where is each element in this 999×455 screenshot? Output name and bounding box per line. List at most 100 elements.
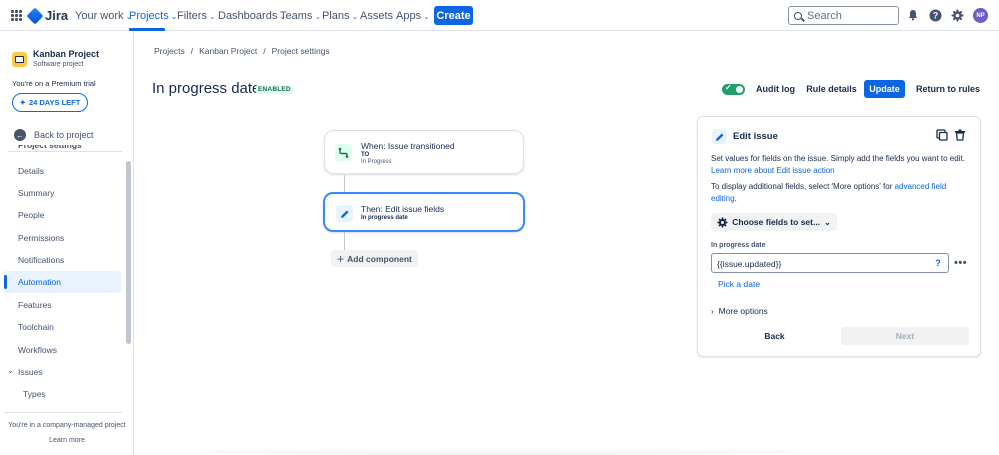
pencil-icon	[336, 205, 353, 222]
field-label: In progress date	[711, 242, 766, 249]
transition-icon	[335, 144, 352, 161]
sidebar-item-notifications[interactable]: Notifications	[18, 255, 64, 265]
sidebar-item-types[interactable]: Types	[23, 389, 46, 399]
app-switcher-icon[interactable]	[11, 10, 22, 21]
sidebar-item-issues[interactable]: Issues	[18, 367, 43, 377]
project-name: Kanban Project	[33, 49, 100, 59]
back-to-project-link[interactable]: ← Back to project	[14, 129, 94, 141]
add-component-button[interactable]: + Add component	[331, 250, 418, 267]
svg-text:?: ?	[932, 10, 938, 20]
nav-projects[interactable]: Projects ⌄	[129, 10, 177, 22]
more-actions-icon[interactable]: •••	[954, 257, 967, 269]
sidebar-item-automation[interactable]: Automation	[18, 277, 61, 287]
trial-days-button[interactable]: ✦ 24 DAYS LEFT	[12, 93, 88, 112]
nav-apps[interactable]: Apps ⌄	[396, 10, 430, 22]
nav-label: Apps	[396, 10, 422, 22]
trigger-card[interactable]: When: Issue transitioned TO In Progress	[324, 130, 524, 174]
audit-log-button[interactable]: Audit log	[752, 80, 799, 98]
nav-label: Teams	[280, 10, 313, 22]
sidebar-active-indicator	[4, 275, 7, 289]
more-options-label: More options	[718, 306, 768, 316]
search-icon	[794, 11, 802, 20]
update-button[interactable]: Update	[864, 80, 905, 98]
edit-issue-panel: Edit issue Set values for fields on the …	[697, 116, 981, 357]
chevron-down-icon[interactable]: ⌄	[7, 366, 14, 375]
back-button[interactable]: Back	[711, 327, 838, 345]
nav-label: Plans	[322, 10, 350, 22]
sidebar-divider	[8, 151, 122, 152]
more-options-toggle[interactable]: › More options	[711, 306, 768, 316]
breadcrumb-project[interactable]: Kanban Project	[199, 46, 257, 56]
search-input[interactable]: Search	[788, 6, 899, 25]
sparkle-icon: ✦	[19, 98, 26, 107]
sidebar-item-features[interactable]: Features	[18, 300, 52, 310]
sidebar-item-summary[interactable]: Summary	[18, 188, 54, 198]
help-icon[interactable]: ?	[928, 8, 942, 22]
sidebar-item-details[interactable]: Details	[18, 166, 44, 176]
breadcrumb-projects[interactable]: Projects	[154, 46, 185, 56]
chevron-down-icon: ⌄	[314, 11, 322, 21]
nav-teams[interactable]: Teams ⌄	[280, 10, 321, 22]
next-button[interactable]: Next	[841, 327, 969, 345]
display-fields-note: To display additional fields, select 'Mo…	[711, 181, 969, 204]
jira-logo[interactable]: Jira	[26, 7, 69, 24]
sidebar-item-people[interactable]: People	[18, 210, 44, 220]
breadcrumb: Projects / Kanban Project / Project sett…	[154, 46, 330, 56]
trial-days-label: 24 DAYS LEFT	[28, 98, 81, 107]
learn-more-link[interactable]: Learn more about Edit issue action	[711, 166, 835, 175]
active-nav-indicator	[129, 28, 165, 31]
breadcrumb-settings[interactable]: Project settings	[272, 46, 330, 56]
flow-connector	[344, 232, 345, 250]
footer-notice: You're in a company-managed project	[8, 422, 126, 429]
back-label: Back to project	[34, 130, 94, 140]
action-card[interactable]: Then: Edit issue fields In progress date	[323, 192, 525, 232]
nav-filters[interactable]: Filters ⌄	[177, 10, 216, 22]
create-button[interactable]: Create	[434, 6, 473, 25]
pick-a-date-link[interactable]: Pick a date	[718, 279, 760, 289]
notifications-bell-icon[interactable]	[906, 8, 920, 22]
top-navigation: Jira Your work ⌄ Projects ⌄ Filters ⌄ Dashb…	[0, 0, 999, 31]
footer-learn-more-link[interactable]: Learn more	[0, 437, 134, 444]
in-progress-date-input[interactable]: {{issue.updated}} ?	[711, 253, 949, 273]
project-avatar-icon	[12, 52, 27, 67]
arrow-left-icon: ←	[14, 129, 26, 141]
project-type: Software project	[33, 61, 84, 68]
nav-label: Projects	[129, 10, 169, 22]
chevron-right-icon: ›	[711, 306, 714, 316]
settings-gear-icon[interactable]	[950, 8, 964, 22]
chevron-down-icon: ⌄	[423, 11, 430, 21]
rule-enabled-toggle[interactable]	[722, 83, 745, 95]
panel-description: Set values for fields on the issue. Simp…	[711, 153, 969, 176]
display-note-end: .	[734, 193, 737, 203]
pencil-icon	[712, 129, 727, 144]
chevron-down-icon: ⌄	[824, 217, 831, 227]
duplicate-icon[interactable]	[935, 128, 949, 142]
sidebar-item-permissions[interactable]: Permissions	[18, 233, 64, 243]
user-avatar[interactable]: NP	[973, 8, 988, 23]
return-to-rules-button[interactable]: Return to rules	[914, 80, 982, 98]
app-name: Jira	[45, 8, 69, 23]
sidebar-item-workflows[interactable]: Workflows	[18, 345, 57, 355]
chevron-down-icon: ⌄	[351, 11, 359, 21]
question-icon[interactable]: ?	[933, 258, 943, 268]
trigger-title: When: Issue transitioned	[361, 141, 455, 151]
sidebar-scrollbar[interactable]	[126, 161, 131, 344]
choose-fields-label: Choose fields to set...	[732, 217, 821, 227]
field-value: {{issue.updated}}	[717, 259, 782, 269]
choose-fields-dropdown[interactable]: Choose fields to set... ⌄	[711, 213, 837, 231]
sidebar-item-toolchain[interactable]: Toolchain	[18, 322, 54, 332]
nav-label: Filters	[177, 10, 207, 22]
description-text: Set values for fields on the issue. Simp…	[711, 154, 965, 163]
flow-connector	[344, 175, 345, 193]
page-title[interactable]: In progress date	[152, 80, 260, 97]
nav-label: Dashboards	[218, 10, 278, 22]
nav-plans[interactable]: Plans ⌄	[322, 10, 358, 22]
search-placeholder: Search	[807, 9, 842, 22]
trash-icon[interactable]	[953, 128, 967, 142]
rule-details-button[interactable]: Rule details	[805, 80, 858, 98]
chevron-down-icon: ⌄	[208, 11, 216, 21]
nav-dashboards[interactable]: Dashboards ⌄	[218, 10, 286, 22]
nav-assets[interactable]: Assets	[360, 10, 393, 22]
add-component-label: Add component	[347, 253, 412, 264]
nav-your-work[interactable]: Your work ⌄	[75, 10, 132, 22]
